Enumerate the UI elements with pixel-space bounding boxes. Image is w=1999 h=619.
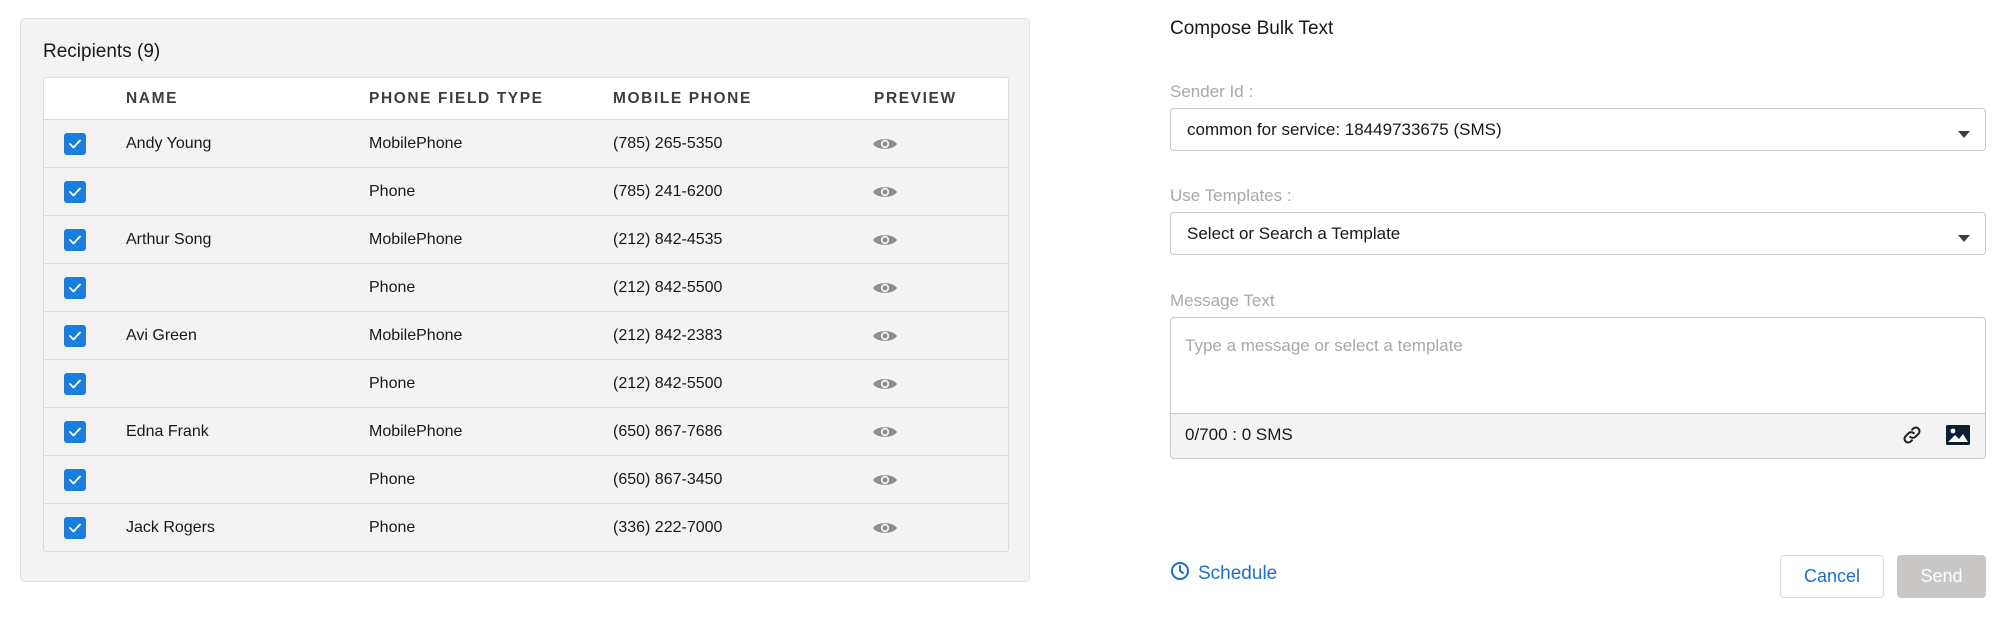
eye-icon[interactable] xyxy=(871,182,899,202)
mobile-phone: (650) 867-3450 xyxy=(613,470,723,488)
row-checkbox[interactable] xyxy=(64,516,86,539)
mobile-phone: (785) 241-6200 xyxy=(613,182,723,200)
recipient-name: Jack Rogers xyxy=(126,518,215,536)
row-checkbox[interactable] xyxy=(64,276,86,299)
recipients-table: NAME PHONE FIELD TYPE MOBILE PHONE PREVI… xyxy=(43,77,1009,552)
column-header-phone-field-type[interactable]: PHONE FIELD TYPE xyxy=(369,90,544,108)
phone-field-type: Phone xyxy=(369,182,416,200)
table-row: Andy Young MobilePhone (785) 265-5350 xyxy=(44,120,1008,168)
mobile-phone: (212) 842-2383 xyxy=(613,326,723,344)
eye-icon[interactable] xyxy=(871,134,899,154)
phone-field-type: Phone xyxy=(369,278,416,296)
phone-field-type: MobilePhone xyxy=(369,134,463,152)
recipient-name: Arthur Song xyxy=(126,230,212,248)
mobile-phone: (212) 842-5500 xyxy=(613,278,723,296)
eye-icon[interactable] xyxy=(871,470,899,490)
link-icon[interactable] xyxy=(1901,424,1923,451)
phone-field-type: MobilePhone xyxy=(369,422,463,440)
checkbox-checked-icon xyxy=(64,132,86,155)
image-icon[interactable] xyxy=(1945,424,1971,451)
recipients-title: Recipients (9) xyxy=(43,41,161,62)
template-select[interactable]: Select or Search a Template xyxy=(1170,212,1986,255)
chevron-down-icon xyxy=(1957,228,1971,248)
row-checkbox[interactable] xyxy=(64,324,86,347)
compose-title: Compose Bulk Text xyxy=(1170,18,1334,39)
recipient-name: Andy Young xyxy=(126,134,212,152)
sender-id-value: common for service: 18449733675 (SMS) xyxy=(1187,119,1502,139)
phone-field-type: Phone xyxy=(369,518,416,536)
use-templates-label: Use Templates : xyxy=(1170,186,1292,205)
recipients-panel: Recipients (9) NAME PHONE FIELD TYPE MOB… xyxy=(20,18,1030,582)
checkbox-checked-icon xyxy=(64,180,86,203)
sender-id-select[interactable]: common for service: 18449733675 (SMS) xyxy=(1170,108,1986,151)
eye-icon[interactable] xyxy=(871,278,899,298)
checkbox-checked-icon xyxy=(64,228,86,251)
column-header-preview: PREVIEW xyxy=(874,89,957,107)
mobile-phone: (336) 222-7000 xyxy=(613,518,723,536)
recipient-name: Edna Frank xyxy=(126,422,209,440)
row-checkbox[interactable] xyxy=(64,420,86,443)
chevron-down-icon xyxy=(1957,124,1971,144)
table-row: Phone (650) 867-3450 xyxy=(44,456,1008,504)
table-row: Arthur Song MobilePhone (212) 842-4535 xyxy=(44,216,1008,264)
phone-field-type: Phone xyxy=(369,374,416,392)
send-button[interactable]: Send xyxy=(1897,555,1986,598)
eye-icon[interactable] xyxy=(871,422,899,442)
template-value: Select or Search a Template xyxy=(1187,223,1401,243)
checkbox-checked-icon xyxy=(64,468,86,491)
cancel-button[interactable]: Cancel xyxy=(1780,555,1884,598)
mobile-phone: (212) 842-4535 xyxy=(613,230,723,248)
mobile-phone: (785) 265-5350 xyxy=(613,134,723,152)
phone-field-type: MobilePhone xyxy=(369,230,463,248)
row-checkbox[interactable] xyxy=(64,468,86,491)
table-body: Andy Young MobilePhone (785) 265-5350 Phone… xyxy=(44,120,1008,551)
checkbox-checked-icon xyxy=(64,276,86,299)
column-header-mobile-phone[interactable]: MOBILE PHONE xyxy=(613,90,752,108)
message-textarea[interactable]: Type a message or select a template 0/70… xyxy=(1170,317,1986,459)
column-header-name[interactable]: NAME xyxy=(126,90,178,108)
schedule-label: Schedule xyxy=(1198,563,1278,584)
checkbox-checked-icon xyxy=(64,324,86,347)
checkbox-checked-icon xyxy=(64,372,86,395)
schedule-link[interactable]: Schedule xyxy=(1170,561,1277,587)
checkbox-checked-icon xyxy=(64,420,86,443)
sms-counter: 0/700 : 0 SMS xyxy=(1185,425,1293,444)
table-header: NAME PHONE FIELD TYPE MOBILE PHONE PREVI… xyxy=(44,78,1008,120)
table-row: Phone (785) 241-6200 xyxy=(44,168,1008,216)
table-row: Edna Frank MobilePhone (650) 867-7686 xyxy=(44,408,1008,456)
row-checkbox[interactable] xyxy=(64,372,86,395)
sender-id-label: Sender Id : xyxy=(1170,82,1254,101)
checkbox-checked-icon xyxy=(64,516,86,539)
message-footer: 0/700 : 0 SMS xyxy=(1171,413,1985,458)
table-row: Jack Rogers Phone (336) 222-7000 xyxy=(44,504,1008,551)
eye-icon[interactable] xyxy=(871,326,899,346)
clock-icon xyxy=(1170,561,1190,587)
eye-icon[interactable] xyxy=(871,518,899,538)
table-row: Phone (212) 842-5500 xyxy=(44,360,1008,408)
recipient-name: Avi Green xyxy=(126,326,197,344)
mobile-phone: (650) 867-7686 xyxy=(613,422,723,440)
message-text-label: Message Text xyxy=(1170,291,1275,310)
eye-icon[interactable] xyxy=(871,230,899,250)
eye-icon[interactable] xyxy=(871,374,899,394)
table-row: Avi Green MobilePhone (212) 842-2383 xyxy=(44,312,1008,360)
phone-field-type: Phone xyxy=(369,470,416,488)
row-checkbox[interactable] xyxy=(64,228,86,251)
table-row: Phone (212) 842-5500 xyxy=(44,264,1008,312)
phone-field-type: MobilePhone xyxy=(369,326,463,344)
message-placeholder: Type a message or select a template xyxy=(1185,336,1463,355)
mobile-phone: (212) 842-5500 xyxy=(613,374,723,392)
row-checkbox[interactable] xyxy=(64,132,86,155)
row-checkbox[interactable] xyxy=(64,180,86,203)
